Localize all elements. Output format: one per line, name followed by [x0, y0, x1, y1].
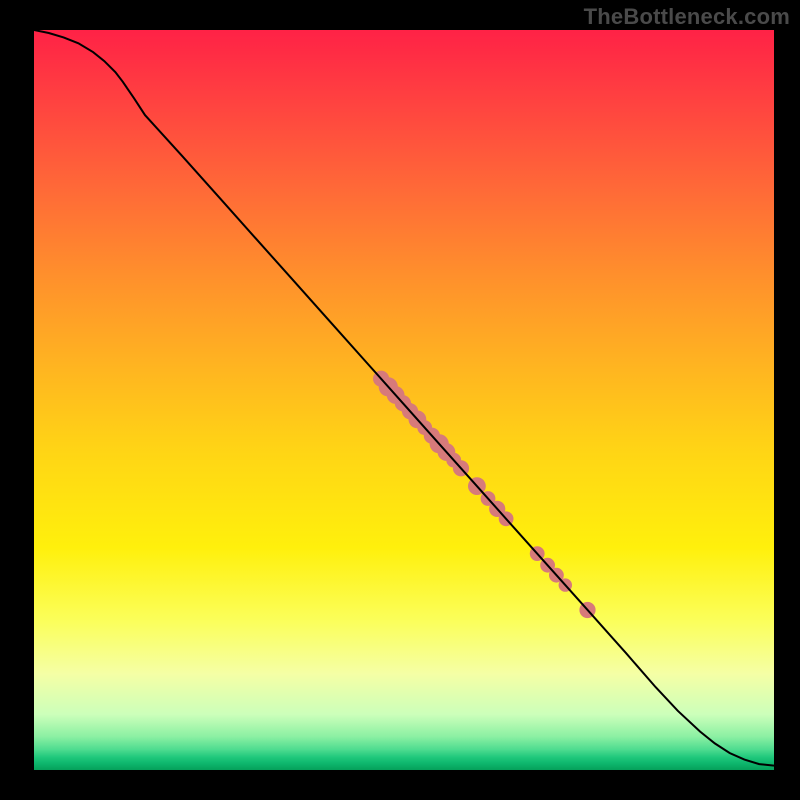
plot-area — [34, 30, 774, 770]
chart-container: TheBottleneck.com — [0, 0, 800, 800]
watermark-text: TheBottleneck.com — [584, 4, 790, 30]
chart-svg — [34, 30, 774, 770]
